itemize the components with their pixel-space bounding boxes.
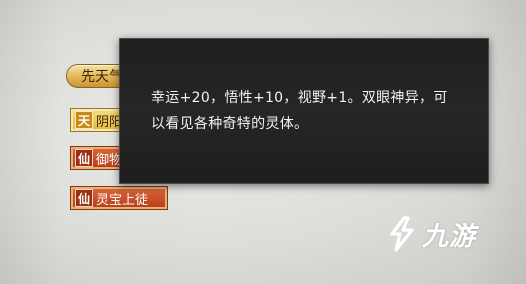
tooltip-description: 幸运+20，悟性+10，视野+1。双眼神异，可以看见各种奇特的灵体。 — [151, 90, 448, 132]
trait-spirit-treasure[interactable]: 仙 灵宝上徒 — [71, 187, 167, 209]
watermark-text: 九游 — [422, 221, 477, 252]
watermark: 九游 — [384, 214, 476, 254]
immortal-rank-icon: 仙 — [75, 149, 93, 167]
trait-label: 灵宝上徒 — [96, 192, 149, 208]
heaven-rank-icon: 天 — [75, 111, 93, 129]
immortal-rank-icon: 仙 — [75, 189, 93, 207]
jiuyou-logo-icon — [390, 216, 414, 252]
trait-tooltip: 幸运+20，悟性+10，视野+1。双眼神异，可以看见各种奇特的灵体。 — [119, 38, 489, 184]
